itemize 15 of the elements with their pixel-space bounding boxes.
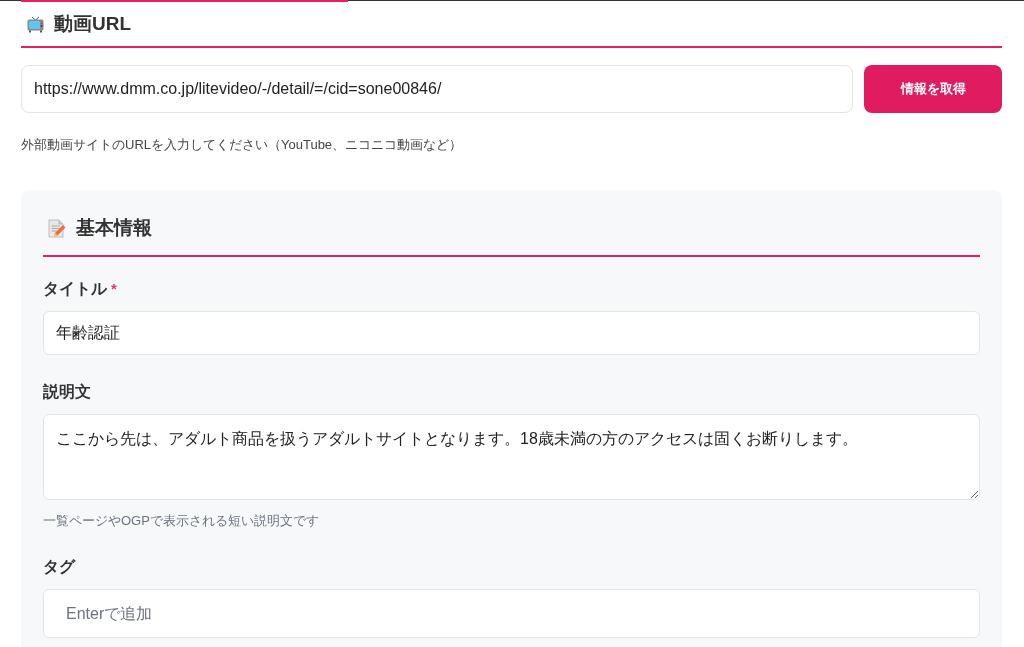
description-textarea[interactable]: ここから先は、アダルト商品を扱うアダルトサイトとなります。18歳未満の方のアクセスは固くお断りします。 — [43, 414, 980, 500]
required-mark: * — [111, 279, 117, 299]
url-input[interactable]: https://www.dmm.co.jp/litevideo/-/detail/=/cid=sone00846/ — [21, 65, 853, 113]
help-text: 外部動画サイトのURLを入力してください（YouTube、ニコニコ動画など） — [21, 136, 464, 154]
field-label: タグ — [43, 557, 75, 577]
title-input[interactable]: 年齢認証 — [43, 311, 980, 355]
tag-input[interactable]: Enterで追加 — [43, 589, 980, 638]
section-heading: 基本情報 — [76, 215, 152, 240]
help-text: 一覧ページやOGPで表示される短い説明文です — [43, 512, 320, 530]
memo-icon — [48, 218, 66, 238]
tv-icon — [27, 15, 44, 33]
fetch-button[interactable]: 情報を取得 — [864, 65, 1002, 113]
field-label: タイトル — [43, 279, 107, 299]
field-label: 説明文 — [43, 382, 91, 402]
section-heading: 動画URL — [54, 11, 132, 36]
